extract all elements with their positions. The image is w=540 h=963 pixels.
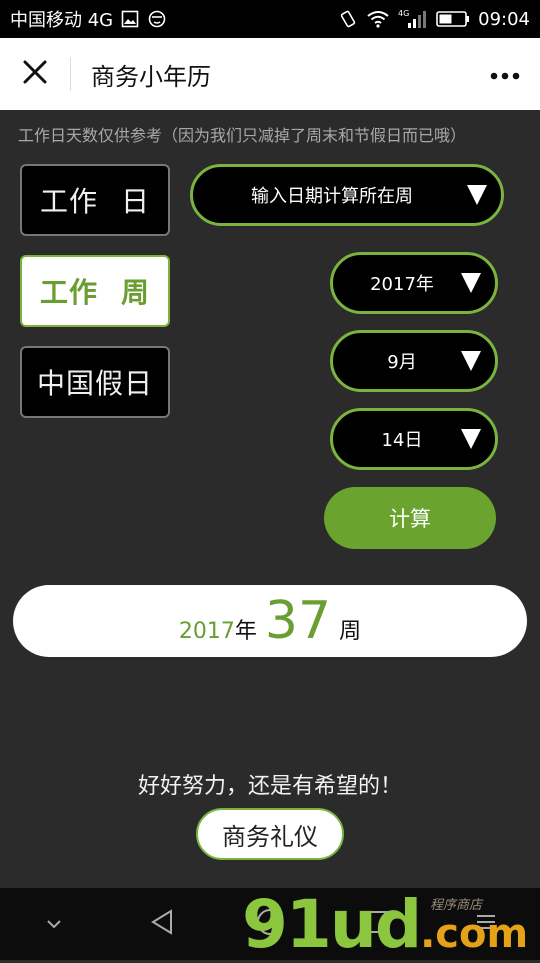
mode-workday-label-b: 日 <box>120 185 150 218</box>
title-divider <box>70 57 71 91</box>
nav-back-button[interactable] <box>132 894 192 954</box>
dropdown-arrow-icon <box>461 273 481 293</box>
dropdown-arrow-icon <box>461 429 481 449</box>
wifi-icon <box>366 10 390 28</box>
status-bar-left: 中国移动 4G <box>10 6 167 32</box>
clock-time: 09:04 <box>478 8 530 30</box>
dropdown-arrow-icon <box>467 185 487 205</box>
result-week-unit: 周 <box>339 619 362 644</box>
more-menu-button[interactable] <box>470 38 540 110</box>
recent-square-icon <box>365 909 391 939</box>
mode-holiday-button[interactable]: 中国假日 <box>20 346 170 418</box>
calc-mode-select[interactable]: 输入日期计算所在周 <box>190 164 504 226</box>
mode-workday-button[interactable]: 工作 日 <box>20 164 170 236</box>
more-dots-icon <box>490 65 520 84</box>
result-year: 2017 <box>178 619 235 644</box>
mode-holiday-label: 中国假日 <box>36 367 153 400</box>
back-triangle-icon <box>149 908 175 940</box>
motivation-text: 好好努力，还是有希望的！ <box>137 774 402 799</box>
chevron-down-icon <box>45 915 63 934</box>
vibrate-icon <box>338 9 358 29</box>
nav-menu-button[interactable] <box>456 894 516 954</box>
nav-home-button[interactable] <box>240 894 300 954</box>
calc-mode-value: 输入日期计算所在周 <box>251 186 413 207</box>
day-select-value: 14日 <box>381 430 423 451</box>
nav-recent-button[interactable] <box>348 894 408 954</box>
signal-icon: 4G <box>398 9 428 29</box>
day-select[interactable]: 14日 <box>330 408 498 470</box>
result-week-number: 37 <box>264 591 332 651</box>
status-bar-right: 4G 09:04 <box>338 9 530 30</box>
mode-workweek-label-a: 工作 <box>40 276 99 309</box>
title-bar: 商务小年历 <box>0 38 540 110</box>
mode-workweek-button[interactable]: 工作 周 <box>20 255 170 327</box>
nav-hide-button[interactable] <box>24 894 84 954</box>
close-button[interactable] <box>0 38 70 110</box>
month-select[interactable]: 9月 <box>330 330 498 392</box>
status-bar: 中国移动 4G 4G 09:04 <box>0 0 540 38</box>
system-nav-bar <box>0 888 540 960</box>
page-title: 商务小年历 <box>91 62 211 91</box>
image-icon <box>121 10 139 28</box>
business-etiquette-button[interactable]: 商务礼仪 <box>196 808 344 860</box>
mode-workweek-label-b: 周 <box>120 276 150 309</box>
disclaimer-text: 工作日天数仅供参考（因为我们只减掉了周末和节假日而已哦） <box>18 126 467 145</box>
dropdown-arrow-icon <box>461 351 481 371</box>
face-icon <box>147 10 167 28</box>
year-select[interactable]: 2017年 <box>330 252 498 314</box>
home-circle-icon <box>255 907 285 941</box>
year-select-value: 2017年 <box>370 274 434 295</box>
menu-icon <box>474 912 498 936</box>
close-icon <box>22 59 48 89</box>
carrier-label: 中国移动 4G <box>10 10 114 31</box>
network-badge: 4G <box>398 9 409 18</box>
result-year-unit: 年 <box>234 619 257 644</box>
result-display: 2017 年 37 周 <box>13 585 527 657</box>
calculate-button[interactable]: 计算 <box>324 487 496 549</box>
mode-workday-label-a: 工作 <box>40 185 99 218</box>
month-select-value: 9月 <box>387 352 417 373</box>
battery-icon <box>436 10 470 28</box>
